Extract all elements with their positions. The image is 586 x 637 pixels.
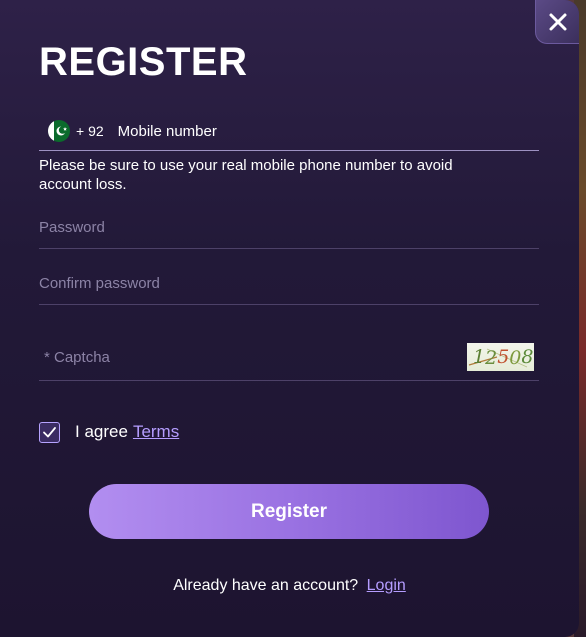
close-icon [549, 13, 566, 30]
password-input[interactable] [39, 218, 539, 236]
mobile-number-field[interactable]: + 92 [39, 112, 539, 151]
captcha-field[interactable]: 12508 [39, 334, 539, 381]
login-prompt: Already have an account? Login [0, 577, 579, 595]
register-button[interactable]: Register [89, 484, 489, 539]
pakistan-flag-icon [48, 120, 70, 142]
country-code[interactable]: + 92 [76, 123, 104, 139]
agree-checkbox[interactable] [39, 421, 60, 443]
terms-agreement: I agree Terms [39, 420, 179, 444]
close-button[interactable] [535, 0, 579, 44]
terms-link[interactable]: Terms [133, 422, 179, 442]
mobile-number-hint: Please be sure to use your real mobile p… [39, 157, 453, 193]
confirm-password-field[interactable] [39, 262, 539, 305]
login-link[interactable]: Login [367, 577, 406, 594]
register-modal: REGISTER + 92 Please be sure to use your… [0, 0, 579, 637]
modal-title: REGISTER [39, 40, 248, 84]
checkmark-icon [43, 426, 56, 437]
password-field[interactable] [39, 206, 539, 249]
login-prompt-text: Already have an account? [173, 577, 359, 594]
captcha-code: 12508 [473, 346, 533, 369]
captcha-image[interactable]: 12508 [467, 343, 534, 371]
mobile-number-input[interactable] [117, 122, 498, 140]
captcha-input[interactable] [39, 348, 444, 366]
confirm-password-input[interactable] [39, 274, 539, 292]
agree-label: I agree [75, 422, 128, 441]
